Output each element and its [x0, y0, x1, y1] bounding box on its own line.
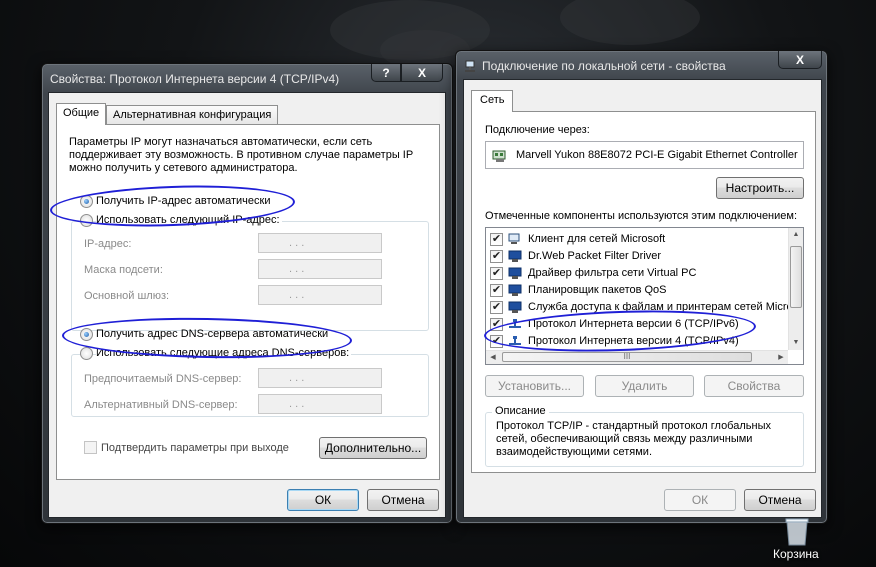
remove-button[interactable]: Удалить [595, 375, 694, 397]
validate-label: Подтвердить параметры при выходе [101, 442, 289, 454]
preferred-dns-input[interactable]: . . . [258, 368, 382, 388]
dns-manual-radio[interactable] [80, 347, 93, 360]
scroll-down-icon[interactable]: ▼ [789, 336, 803, 350]
alternate-dns-input[interactable]: . . . [258, 394, 382, 414]
component-label: Протокол Интернета версии 6 (TCP/IPv6) [528, 318, 739, 330]
window-title: Свойства: Протокол Интернета версии 4 (T… [50, 72, 340, 86]
adapter-field: Marvell Yukon 88E8072 PCI-E Gigabit Ethe… [485, 141, 804, 169]
scroll-up-icon[interactable]: ▲ [789, 228, 803, 242]
window-title-right: Подключение по локальной сети - свойства [464, 59, 726, 73]
scroll-right-icon[interactable]: ▶ [774, 351, 788, 364]
alternate-dns-value: . . . [289, 398, 305, 410]
network-tab-panel: Подключение через: Marvell Yukon 88E8072… [471, 111, 816, 473]
general-tab-panel: Параметры IP могут назначаться автоматич… [56, 124, 440, 480]
client-icon [508, 232, 522, 246]
vertical-scrollbar[interactable]: ▲ ▼ [788, 228, 803, 350]
window-title-text: Подключение по локальной сети - свойства [482, 59, 726, 73]
install-button[interactable]: Установить... [485, 375, 584, 397]
preferred-dns-value: . . . [289, 372, 305, 384]
component-label: Протокол Интернета версии 4 (TCP/IPv4) [528, 335, 739, 347]
list-item[interactable]: ✔ Протокол Интернета версии 4 (TCP/IPv4) [490, 333, 790, 350]
list-item[interactable]: ✔ Протокол Интернета версии 6 (TCP/IPv6) [490, 316, 790, 333]
validate-checkbox[interactable] [84, 441, 97, 454]
connect-via-label: Подключение через: [485, 124, 590, 136]
hscroll-grip: III [623, 352, 631, 361]
gateway-input[interactable]: . . . [258, 285, 382, 305]
ip-manual-label: Использовать следующий IP-адрес: [96, 214, 282, 226]
component-label: Драйвер фильтра сети Virtual PC [528, 267, 697, 279]
adapter-icon [492, 148, 508, 167]
protocol-icon [508, 334, 522, 348]
subnet-mask-value: . . . [289, 263, 305, 275]
description-text: Протокол TCP/IP - стандартный протокол г… [496, 420, 771, 458]
recycle-bin[interactable]: Корзина [770, 516, 826, 564]
gateway-label: Основной шлюз: [84, 290, 170, 302]
component-label: Служба доступа к файлам и принтерам сете… [528, 301, 793, 313]
intro-text: Параметры IP могут назначаться автоматич… [69, 136, 413, 174]
alternate-dns-label: Альтернативный DNS-сервер: [84, 399, 238, 411]
list-item[interactable]: ✔ Планировщик пакетов QoS [490, 282, 790, 299]
ip-address-input[interactable]: . . . [258, 233, 382, 253]
list-item[interactable]: ✔ Драйвер фильтра сети Virtual PC [490, 265, 790, 282]
scroll-thumb[interactable] [790, 246, 802, 308]
component-label: Dr.Web Packet Filter Driver [528, 250, 662, 262]
adapter-name: Marvell Yukon 88E8072 PCI-E Gigabit Ethe… [516, 149, 798, 161]
ip-address-label: IP-адрес: [84, 238, 132, 250]
subnet-mask-label: Маска подсети: [84, 264, 163, 276]
driver-icon [508, 249, 522, 263]
components-list: ✔ Клиент для сетей Microsoft ✔ Dr.Web Pa… [485, 227, 804, 365]
recycle-bin-label: Корзина [773, 547, 819, 561]
tab-general[interactable]: Общие [56, 103, 107, 125]
component-checkbox[interactable]: ✔ [490, 335, 503, 348]
ok-button[interactable]: ОК [287, 489, 359, 511]
advanced-button[interactable]: Дополнительно... [319, 437, 427, 459]
file-sharing-icon [508, 300, 522, 314]
ip-auto-label: Получить IP-адрес автоматически [96, 195, 271, 207]
dns-manual-label: Использовать следующие адреса DNS-сервер… [96, 347, 352, 359]
close-button[interactable]: X [401, 64, 443, 82]
dialog-body-right: Сеть Подключение через: Marvell Yukon 88… [463, 79, 822, 518]
components-label: Отмеченные компоненты используются этим … [485, 210, 798, 222]
cancel-button[interactable]: Отмена [367, 489, 439, 511]
properties-button[interactable]: Свойства [704, 375, 804, 397]
ip-auto-radio[interactable] [80, 195, 93, 208]
preferred-dns-label: Предпочитаемый DNS-сервер: [84, 373, 242, 385]
dns-auto-label: Получить адрес DNS-сервера автоматически [96, 328, 329, 340]
ipv4-properties-window: Свойства: Протокол Интернета версии 4 (T… [41, 63, 453, 524]
subnet-mask-input[interactable]: . . . [258, 259, 382, 279]
qos-icon [508, 283, 522, 297]
component-label: Планировщик пакетов QoS [528, 284, 667, 296]
network-icon [464, 60, 476, 72]
cancel-button-right[interactable]: Отмена [744, 489, 816, 511]
lan-properties-window: Подключение по локальной сети - свойства… [455, 50, 828, 524]
component-label: Клиент для сетей Microsoft [528, 233, 666, 245]
ok-button-right[interactable]: ОК [664, 489, 736, 511]
ip-manual-radio[interactable] [80, 214, 93, 227]
driver-icon [508, 266, 522, 280]
tab-alternate-config[interactable]: Альтернативная конфигурация [106, 105, 279, 125]
help-button[interactable]: ? [371, 64, 401, 82]
component-checkbox[interactable]: ✔ [490, 250, 503, 263]
tab-network[interactable]: Сеть [471, 90, 514, 112]
component-checkbox[interactable]: ✔ [490, 267, 503, 280]
horizontal-scrollbar[interactable]: ◀ III ▶ [486, 350, 788, 364]
list-item[interactable]: ✔ Служба доступа к файлам и принтерам се… [490, 299, 793, 316]
ip-address-value: . . . [289, 237, 305, 249]
list-item[interactable]: ✔ Dr.Web Packet Filter Driver [490, 248, 790, 265]
dialog-body: Общие Альтернативная конфигурация Параме… [48, 92, 446, 518]
description-title: Описание [492, 405, 549, 417]
component-checkbox[interactable]: ✔ [490, 318, 503, 331]
list-item[interactable]: ✔ Клиент для сетей Microsoft [490, 231, 790, 248]
component-checkbox[interactable]: ✔ [490, 233, 503, 246]
configure-button[interactable]: Настроить... [716, 177, 804, 199]
protocol-icon [508, 317, 522, 331]
component-checkbox[interactable]: ✔ [490, 284, 503, 297]
gateway-value: . . . [289, 289, 305, 301]
component-checkbox[interactable]: ✔ [490, 301, 503, 314]
scroll-left-icon[interactable]: ◀ [486, 351, 500, 364]
close-button-right[interactable]: X [778, 51, 822, 69]
dns-auto-radio[interactable] [80, 328, 93, 341]
hscroll-thumb[interactable]: III [502, 352, 752, 362]
recycle-bin-icon [784, 516, 810, 549]
